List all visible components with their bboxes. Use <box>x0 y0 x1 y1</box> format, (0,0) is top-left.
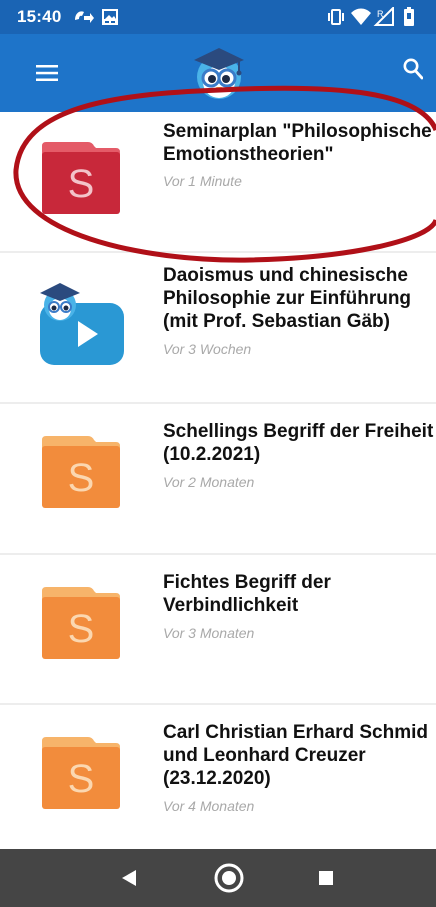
hamburger-menu-icon <box>36 65 58 81</box>
home-button[interactable] <box>214 863 244 898</box>
list-item[interactable]: S Schellings Begriff der Freiheit (10.2.… <box>0 404 436 553</box>
list-item[interactable]: S Fichtes Begriff der Verbindlichkeit Vo… <box>0 555 436 703</box>
list-item[interactable]: Daoismus und chinesische Philosophie zur… <box>0 253 436 402</box>
back-triangle-icon <box>122 870 136 886</box>
document-folder-icon: S <box>42 436 120 508</box>
document-folder-icon: S <box>42 737 120 809</box>
gallery-icon <box>102 9 118 25</box>
menu-button[interactable] <box>36 65 58 86</box>
item-time: Vor 4 Monaten <box>163 798 255 814</box>
svg-text:S: S <box>68 757 95 801</box>
app-bar <box>0 34 436 112</box>
video-owl-icon <box>40 283 124 365</box>
svg-text:R: R <box>377 9 384 19</box>
item-title: Carl Christian Erhard Schmid und Leonhar… <box>163 722 429 789</box>
status-bar: 15:40 R <box>0 0 436 34</box>
item-time: Vor 3 Wochen <box>163 341 252 357</box>
search-icon <box>403 58 424 80</box>
item-time: Vor 1 Minute <box>163 173 242 189</box>
list-item[interactable]: S Seminarplan "Philosophische Emotionsth… <box>0 112 436 251</box>
status-right-icons: R <box>328 5 422 32</box>
item-title: Schellings Begriff der Freiheit (10.2.20… <box>163 421 434 465</box>
svg-text:S: S <box>68 456 95 500</box>
item-time: Vor 3 Monaten <box>163 625 255 641</box>
svg-text:S: S <box>68 607 95 651</box>
battery-icon <box>404 7 414 26</box>
item-title: Daoismus und chinesische Philosophie zur… <box>163 265 412 332</box>
vibrate-icon <box>328 9 344 25</box>
owl-graduate-logo <box>194 48 244 99</box>
app-logo <box>192 42 246 107</box>
document-folder-icon: S <box>42 142 120 214</box>
status-left-icons <box>72 7 122 32</box>
svg-text:S: S <box>68 162 95 206</box>
item-time: Vor 2 Monaten <box>163 474 255 490</box>
status-time: 15:40 <box>17 7 62 26</box>
search-button[interactable] <box>403 58 424 85</box>
item-title: Fichtes Begriff der Verbindlichkeit <box>163 572 331 616</box>
item-title: Seminarplan "Philosophische Emotionstheo… <box>163 121 432 165</box>
recents-button[interactable] <box>319 871 333 890</box>
recents-square-icon <box>319 871 333 885</box>
call-forwarding-icon <box>75 11 94 23</box>
wifi-icon <box>351 8 371 25</box>
document-folder-icon: S <box>42 587 120 659</box>
list-item[interactable]: S Carl Christian Erhard Schmid und Leonh… <box>0 705 436 849</box>
home-circle-icon <box>214 863 244 893</box>
navigation-bar <box>0 849 436 907</box>
back-button[interactable] <box>122 870 136 891</box>
signal-icon: R <box>373 5 394 26</box>
